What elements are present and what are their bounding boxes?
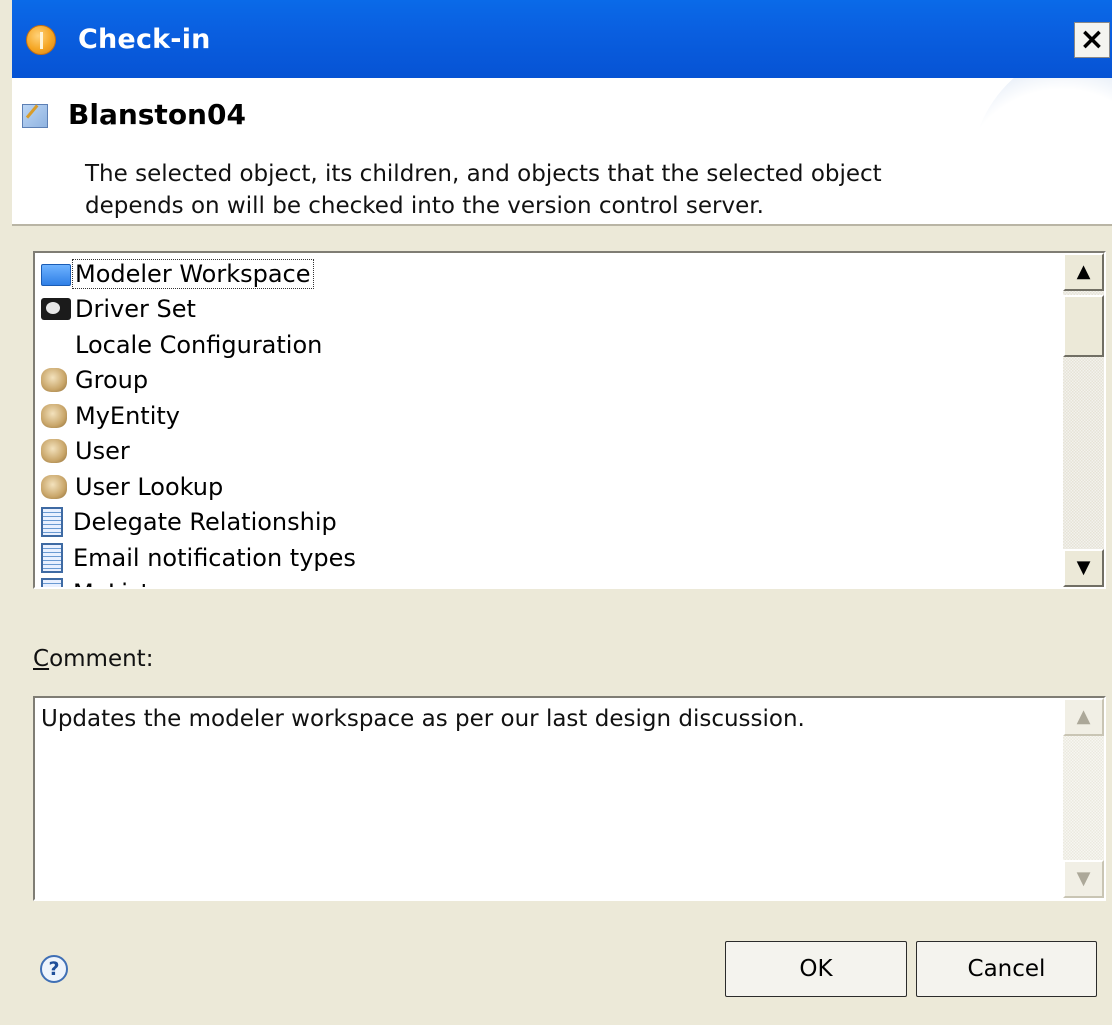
comment-label-mnemonic: C xyxy=(33,646,50,672)
object-name-heading: Blanston04 xyxy=(68,98,246,131)
object-list-item-label: MyList xyxy=(71,579,152,587)
help-icon[interactable]: ? xyxy=(40,955,68,983)
object-list[interactable]: Modeler Workspace Driver Set Locale Config… xyxy=(33,251,1106,589)
close-button[interactable]: × xyxy=(1074,22,1110,58)
comment-text: Updates the modeler workspace as per our… xyxy=(41,706,805,732)
object-list-item-label: MyEntity xyxy=(75,401,180,430)
comment-textarea[interactable]: Updates the modeler workspace as per our… xyxy=(33,696,1106,901)
object-list-item[interactable]: User Lookup xyxy=(41,469,358,505)
object-list-item-label: Locale Configuration xyxy=(75,330,323,359)
object-list-items: Modeler Workspace Driver Set Locale Config… xyxy=(41,256,358,587)
entity-icon xyxy=(41,403,67,428)
list-icon xyxy=(41,542,63,573)
cancel-button[interactable]: Cancel xyxy=(916,941,1097,997)
object-list-item-label: Group xyxy=(75,366,149,395)
object-list-item-label: User Lookup xyxy=(75,472,224,501)
comment-label: Comment: xyxy=(33,646,153,672)
title-bar[interactable]: Check-in xyxy=(0,0,1112,78)
object-list-item-label: Email notification types xyxy=(73,543,356,572)
entity-icon xyxy=(41,474,67,499)
app-icon xyxy=(26,25,56,55)
scroll-up-button[interactable]: ▲ xyxy=(1063,253,1104,291)
comment-scrollbar[interactable]: ▲ ▼ xyxy=(1063,698,1104,898)
edit-object-icon xyxy=(22,104,48,128)
object-list-item[interactable]: Group xyxy=(41,363,358,399)
object-list-item[interactable]: Driver Set xyxy=(41,292,358,328)
description-text: The selected object, its children, and o… xyxy=(85,161,882,219)
object-list-item[interactable]: MyList xyxy=(41,576,358,587)
object-list-item[interactable]: Locale Configuration xyxy=(41,327,358,363)
comment-label-rest: omment: xyxy=(49,646,154,672)
driver-set-icon xyxy=(41,298,71,321)
object-list-item[interactable]: Email notification types xyxy=(41,540,358,576)
comment-scroll-down-button[interactable]: ▼ xyxy=(1063,860,1104,898)
list-icon xyxy=(41,578,63,587)
object-list-item-label: Delegate Relationship xyxy=(73,508,337,537)
object-list-item-label: User xyxy=(75,437,130,466)
object-list-item[interactable]: Delegate Relationship xyxy=(41,505,358,541)
window-title: Check-in xyxy=(78,24,211,55)
object-list-item[interactable]: User xyxy=(41,434,358,470)
object-list-item-label: Driver Set xyxy=(75,295,196,324)
scroll-thumb[interactable] xyxy=(1063,295,1104,357)
object-list-item[interactable]: Modeler Workspace xyxy=(41,256,358,292)
entity-icon xyxy=(41,368,67,393)
list-icon xyxy=(41,507,63,538)
object-list-item[interactable]: MyEntity xyxy=(41,398,358,434)
entity-icon xyxy=(41,439,67,464)
workspace-icon xyxy=(41,263,71,286)
comment-scroll-up-button[interactable]: ▲ xyxy=(1063,698,1104,736)
object-list-scrollbar[interactable]: ▲ ▼ xyxy=(1063,253,1104,587)
ok-button[interactable]: OK xyxy=(725,941,907,997)
scroll-down-button[interactable]: ▼ xyxy=(1063,549,1104,587)
blank-icon xyxy=(41,330,71,360)
object-list-item-label: Modeler Workspace xyxy=(72,258,314,289)
header-banner: Blanston04 The selected object, its chil… xyxy=(12,78,1112,226)
banner-decoration xyxy=(972,78,1112,224)
